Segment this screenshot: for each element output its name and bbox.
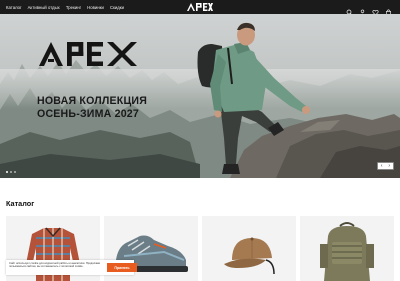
nav-link-sale[interactable]: Скидки: [110, 5, 124, 10]
nav-link-active-rest[interactable]: Активный отдых: [28, 5, 60, 10]
catalog-card-cap[interactable]: [202, 216, 296, 281]
slider-controls: ‹ ›: [377, 162, 394, 170]
slider-dots: [6, 171, 16, 173]
cookie-banner: Сайт использует cookie для корректной ра…: [6, 260, 137, 275]
cookie-text: Сайт использует cookie для корректной ра…: [9, 262, 100, 269]
slider-prev-button[interactable]: ‹: [381, 163, 383, 169]
nav-icons: [346, 3, 392, 16]
tactical-backpack-image: [320, 222, 374, 281]
nav-links: Каталог Активный отдых Трекинг Новинки С…: [0, 5, 124, 10]
nav-link-new[interactable]: Новинки: [87, 5, 104, 10]
hero-banner[interactable]: Новая коллекция Осень-Зима 2027 ‹ ›: [0, 14, 400, 178]
search-icon[interactable]: [346, 3, 353, 16]
hero-title-line-1: Новая коллекция: [37, 95, 148, 107]
cart-icon[interactable]: [385, 3, 392, 16]
slider-dot[interactable]: [10, 171, 12, 173]
slider-dot[interactable]: [14, 171, 16, 173]
nav-link-catalog[interactable]: Каталог: [6, 5, 22, 10]
catalog-card-backpack[interactable]: [300, 216, 394, 281]
cookie-accept-button[interactable]: Принять: [107, 263, 137, 272]
user-icon[interactable]: [359, 3, 366, 16]
hero-title-line-2: Осень-Зима 2027: [37, 107, 139, 120]
slider-next-button[interactable]: ›: [388, 163, 390, 169]
heart-icon[interactable]: [372, 3, 379, 16]
brand-logo[interactable]: [186, 2, 214, 12]
top-navigation-bar: Каталог Активный отдых Трекинг Новинки С…: [0, 0, 400, 16]
hero-brand-logo: [39, 42, 137, 66]
nav-link-trekking[interactable]: Трекинг: [66, 5, 81, 10]
cap-image: [224, 237, 275, 275]
hero-title: Новая коллекция Осень-Зима 2027: [37, 95, 177, 120]
catalog-heading: Каталог: [6, 199, 35, 208]
slider-dot[interactable]: [6, 171, 8, 173]
